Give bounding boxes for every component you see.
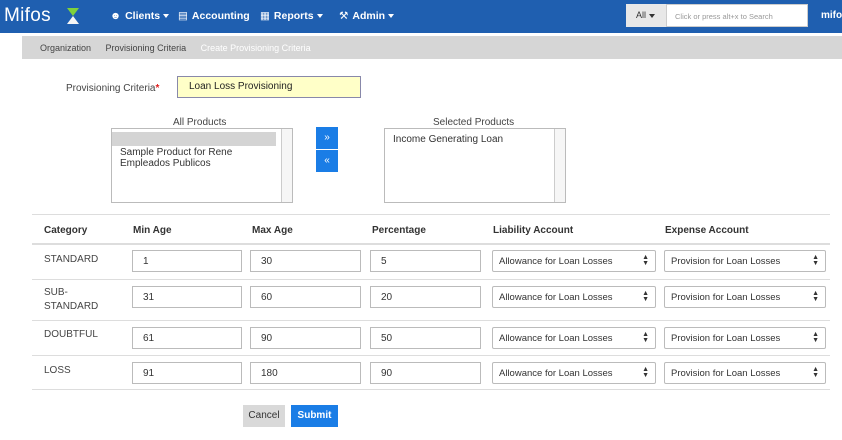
add-product-button[interactable]: » [316,127,338,149]
percentage-input[interactable]: 50 [370,327,481,349]
search-input[interactable]: Click or press alt+x to Search [666,4,808,27]
min-age-input[interactable]: 1 [132,250,242,272]
percentage-input[interactable]: 90 [370,362,481,384]
breadcrumb-organization[interactable]: Organization [40,43,91,53]
scrollbar[interactable] [281,129,292,202]
brand-name[interactable]: Mifos [4,5,51,27]
mifos-logo-icon [67,8,79,24]
list-item[interactable]: Income Generating Loan [385,134,565,145]
select-arrows-icon: ▲ ▼ [642,366,649,379]
criteria-label: Provisioning Criteria* [66,83,160,94]
breadcrumb-current: Create Provisioning Criteria [200,43,311,53]
required-mark: * [155,83,160,94]
liability-account-select[interactable]: Allowance for Loan Losses ▲ ▼ [492,250,656,272]
select-arrows-icon: ▲ ▼ [642,254,649,267]
select-arrows-icon: ▲ ▼ [642,290,649,303]
column-header: Liability Account [493,225,574,236]
liability-account-select[interactable]: Allowance for Loan Losses ▲ ▼ [492,327,656,349]
category-label: SUB- STANDARD [44,287,99,312]
selected-products-list[interactable]: Income Generating Loan [384,128,566,203]
expense-account-select[interactable]: Provision for Loan Losses ▲ ▼ [664,327,826,349]
max-age-input[interactable]: 90 [250,327,361,349]
table-row: DOUBTFUL 61 90 50 Allowance for Loan Los… [32,321,830,356]
percentage-input[interactable]: 20 [370,286,481,308]
min-age-input[interactable]: 61 [132,327,242,349]
caret-down-icon [316,14,323,19]
bar-chart-icon: ▦ [260,10,270,22]
column-header: Min Age [133,225,172,236]
all-products-list[interactable]: Sample Product for Rene Empleados Public… [111,128,293,203]
submit-button[interactable]: Submit [291,405,338,427]
max-age-input[interactable]: 60 [250,286,361,308]
caret-down-icon [649,13,656,18]
search-scope-dropdown[interactable]: All [626,4,666,27]
min-age-input[interactable]: 91 [132,362,242,384]
expense-account-select[interactable]: Provision for Loan Losses ▲ ▼ [664,286,826,308]
column-header: Expense Account [665,225,749,236]
caret-down-icon [163,14,170,19]
column-header: Max Age [252,225,293,236]
criteria-name-input[interactable]: Loan Loss Provisioning [177,76,361,98]
breadcrumb: Organization Provisioning Criteria Creat… [22,36,842,59]
selected-products-title: Selected Products [433,117,515,128]
scrollbar[interactable] [554,129,565,202]
table-header: Category Min Age Max Age Percentage Liab… [32,214,830,245]
caret-down-icon [388,14,395,19]
max-age-input[interactable]: 30 [250,250,361,272]
select-arrows-icon: ▲ ▼ [812,254,819,267]
select-arrows-icon: ▲ ▼ [812,331,819,344]
column-header: Percentage [372,225,426,236]
expense-account-select[interactable]: Provision for Loan Losses ▲ ▼ [664,250,826,272]
nav-menu-admin[interactable]: ⚒ Admin [339,10,395,22]
users-icon: ☻ [110,10,122,22]
remove-product-button[interactable]: « [316,150,338,172]
wrench-icon: ⚒ [339,10,349,22]
liability-account-select[interactable]: Allowance for Loan Losses ▲ ▼ [492,286,656,308]
table-row: STANDARD 1 30 5 Allowance for Loan Losse… [32,245,830,280]
nav-menu-accounting[interactable]: ▤ Accounting [178,10,250,22]
category-label: STANDARD [44,254,99,265]
min-age-input[interactable]: 31 [132,286,242,308]
user-menu[interactable]: mifo [821,10,842,21]
top-navbar: Mifos ☻ Clients ▤ Accounting ▦ Reports ⚒ Adm… [0,0,842,33]
select-arrows-icon: ▲ ▼ [812,366,819,379]
select-arrows-icon: ▲ ▼ [642,331,649,344]
select-arrows-icon: ▲ ▼ [812,290,819,303]
cancel-button[interactable]: Cancel [243,405,285,427]
liability-account-select[interactable]: Allowance for Loan Losses ▲ ▼ [492,362,656,384]
table-row: SUB- STANDARD 31 60 20 Allowance for Loa… [32,280,830,321]
expense-account-select[interactable]: Provision for Loan Losses ▲ ▼ [664,362,826,384]
list-item[interactable] [112,132,276,146]
category-label: LOSS [44,365,71,376]
max-age-input[interactable]: 180 [250,362,361,384]
list-item[interactable]: Empleados Publicos [112,158,292,169]
money-icon: ▤ [178,10,188,22]
list-item[interactable]: Sample Product for Rene [112,147,292,158]
percentage-input[interactable]: 5 [370,250,481,272]
nav-menu-clients[interactable]: ☻ Clients [110,10,170,22]
nav-menu-reports[interactable]: ▦ Reports [260,10,323,22]
category-label: DOUBTFUL [44,329,98,340]
table-row: LOSS 91 180 90 Allowance for Loan Losses… [32,356,830,390]
column-header: Category [44,225,88,236]
breadcrumb-provisioning-criteria[interactable]: Provisioning Criteria [106,43,187,53]
all-products-title: All Products [173,117,227,128]
